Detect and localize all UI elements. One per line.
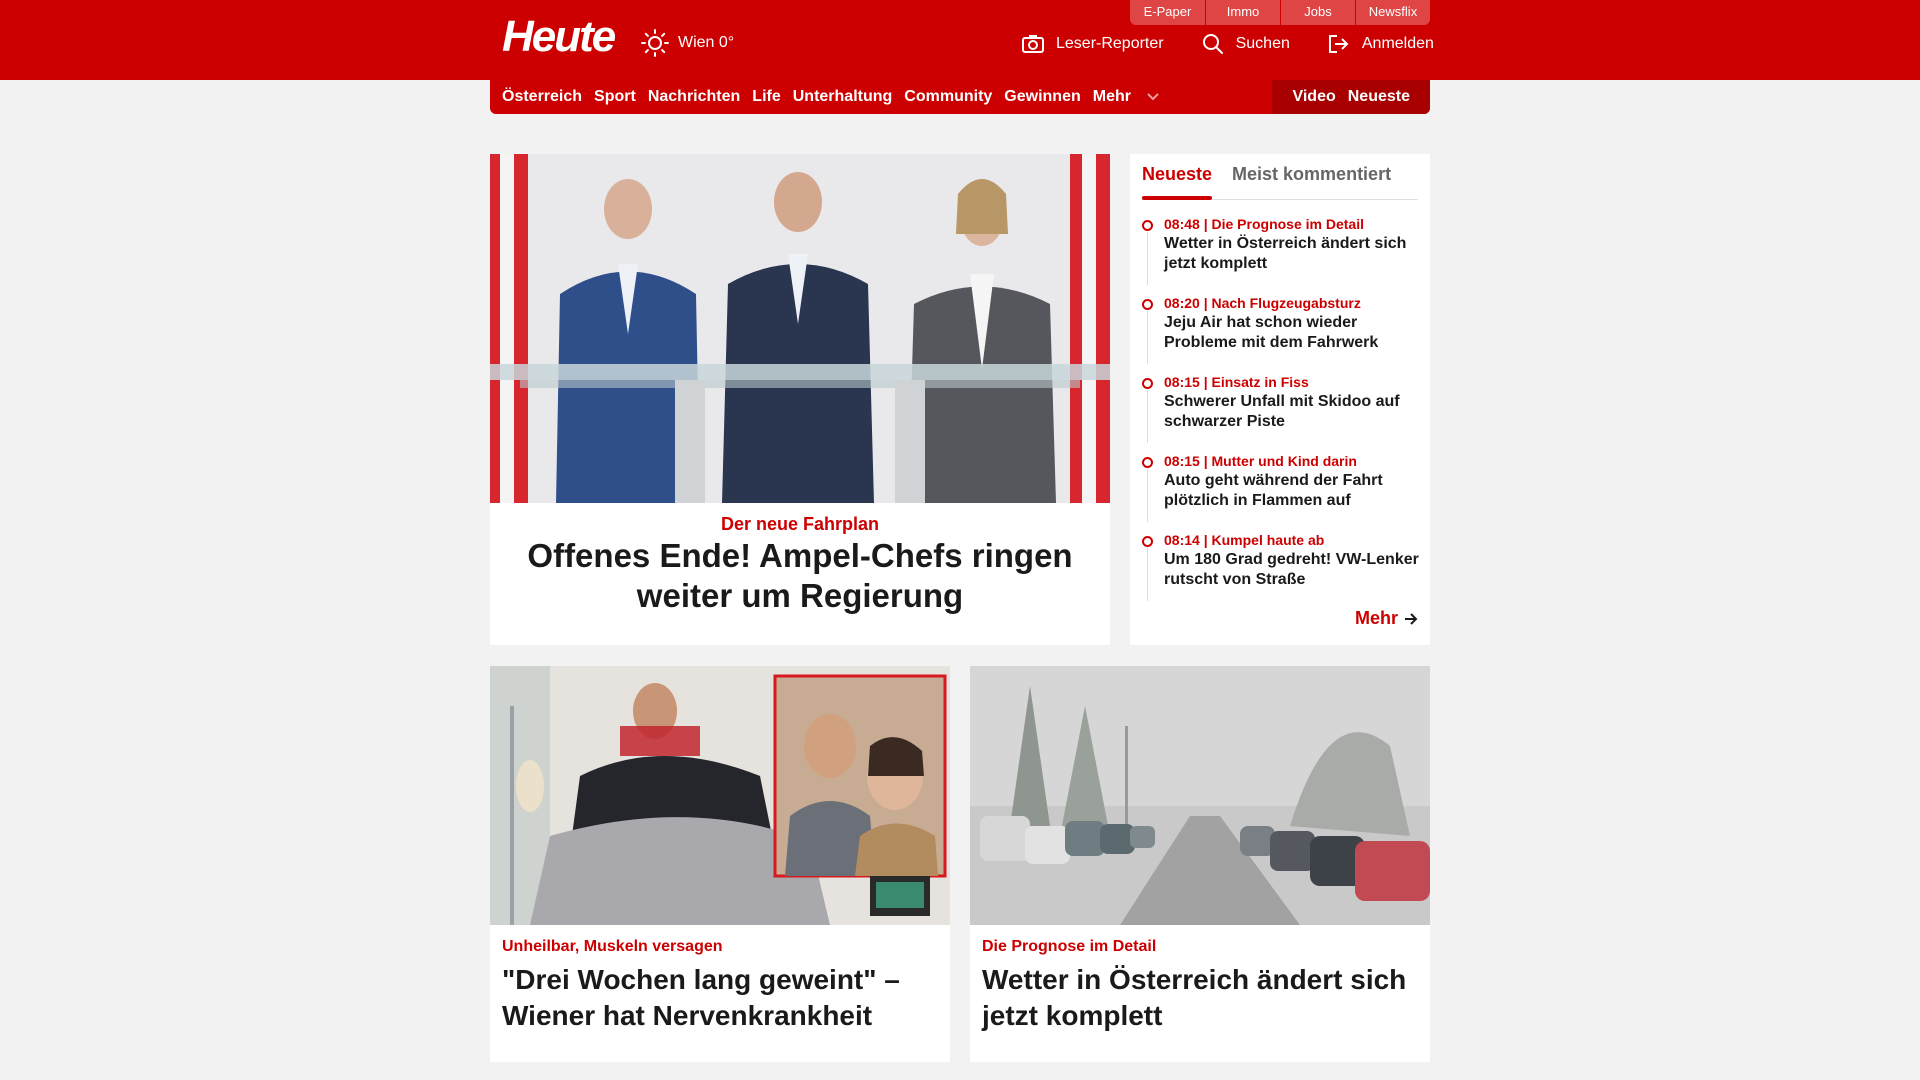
list-item-title[interactable]: Wetter in Österreich ändert sich jetzt k… [1164, 234, 1422, 274]
nav-item-community[interactable]: Community [904, 88, 992, 106]
nav-item-gewinnen[interactable]: Gewinnen [1004, 88, 1080, 106]
list-item-title[interactable]: Um 180 Grad gedreht! VW-Lenker rutscht v… [1164, 550, 1422, 590]
nav-right-group: Video Neueste [1272, 80, 1430, 114]
login-label: Anmelden [1361, 35, 1434, 52]
article-image[interactable] [490, 666, 950, 925]
sidebar-tabs: Neueste Meist kommentiert [1142, 154, 1418, 200]
hero-kicker: Der neue Fahrplan [720, 514, 880, 534]
nav-item-unterhaltung[interactable]: Unterhaltung [793, 88, 893, 106]
nav-item-neueste[interactable]: Neueste [1348, 88, 1410, 106]
nav-more-dropdown[interactable]: Mehr [1093, 88, 1159, 106]
article-headline[interactable]: Wetter in Österreich ändert sich jetzt k… [982, 962, 1418, 1034]
search-button[interactable]: Suchen [1202, 33, 1290, 55]
sidebar-more-link[interactable]: Mehr [1355, 608, 1418, 629]
list-item-title[interactable]: Auto geht während der Fahrt plötzlich in… [1164, 471, 1422, 511]
list-item-title[interactable]: Schwerer Unfall mit Skidoo auf schwarzer… [1164, 392, 1422, 432]
nav-item-oesterreich[interactable]: Österreich [502, 88, 582, 106]
list-item-meta: 08:14 | Kumpel haute ab [1164, 532, 1325, 548]
article-kicker: Unheilbar, Muskeln versagen [502, 938, 723, 955]
list-item-meta: 08:20 | Nach Flugzeugabsturz [1164, 295, 1361, 311]
hero-article[interactable]: Der neue Fahrplan Offenes Ende! Ampel-Ch… [490, 154, 1110, 645]
news-sidebar: Neueste Meist kommentiert 08:48 | Die Pr… [1130, 154, 1430, 645]
sidebar-more-label: Mehr [1354, 608, 1398, 628]
weather-widget[interactable]: Wien 0° [640, 28, 734, 58]
header-actions: Leser-Reporter Suchen Anmelden [1022, 33, 1434, 55]
immo-link[interactable]: Immo [1205, 0, 1280, 25]
list-item-meta: 08:48 | Die Prognose im Detail [1164, 216, 1364, 232]
hero-headline[interactable]: Offenes Ende! Ampel-Chefs ringen weiter … [510, 536, 1090, 616]
article-image[interactable] [970, 666, 1430, 925]
nav-item-sport[interactable]: Sport [594, 88, 636, 106]
article-card[interactable]: Die Prognose im Detail Wetter in Österre… [970, 666, 1430, 1062]
article-card[interactable]: Unheilbar, Muskeln versagen "Drei Wochen… [490, 666, 950, 1062]
nav-item-nachrichten[interactable]: Nachrichten [648, 88, 740, 106]
utility-links: E-Paper Immo Jobs Newsflix [1130, 0, 1430, 25]
camera-icon [1022, 35, 1044, 53]
sun-icon [641, 29, 669, 57]
newsflix-link[interactable]: Newsflix [1355, 0, 1430, 25]
list-item-meta: 08:15 | Mutter und Kind darin [1164, 453, 1357, 469]
main-navigation: Österreich Sport Nachrichten Life Unterh… [490, 80, 1430, 114]
nav-more-label: Mehr [1092, 88, 1131, 105]
jobs-link[interactable]: Jobs [1280, 0, 1355, 25]
list-item[interactable]: 08:20 | Nach Flugzeugabsturz Jeju Air ha… [1142, 293, 1422, 372]
login-icon [1328, 35, 1349, 53]
weather-label: Wien 0° [678, 34, 735, 51]
article-headline[interactable]: "Drei Wochen lang geweint" – Wiener hat … [502, 962, 938, 1034]
arrow-right-icon [1405, 612, 1418, 625]
nav-item-life[interactable]: Life [752, 88, 780, 106]
list-item[interactable]: 08:48 | Die Prognose im Detail Wetter in… [1142, 214, 1422, 293]
leser-reporter-label: Leser-Reporter [1056, 35, 1164, 52]
hero-image[interactable] [490, 154, 1110, 503]
search-icon [1202, 34, 1223, 54]
list-item[interactable]: 08:15 | Einsatz in Fiss Schwerer Unfall … [1142, 372, 1422, 451]
chevron-down-icon [1147, 93, 1159, 101]
leser-reporter-button[interactable]: Leser-Reporter [1022, 34, 1164, 54]
tab-neueste[interactable]: Neueste [1142, 154, 1213, 200]
article-kicker: Die Prognose im Detail [982, 938, 1157, 955]
list-item[interactable]: 08:14 | Kumpel haute ab Um 180 Grad gedr… [1142, 530, 1422, 609]
top-header: E-Paper Immo Jobs Newsflix Heute Wien 0°… [0, 0, 1920, 80]
tab-meist-kommentiert[interactable]: Meist kommentiert [1232, 154, 1391, 199]
list-item[interactable]: 08:15 | Mutter und Kind darin Auto geht … [1142, 451, 1422, 530]
login-button[interactable]: Anmelden [1328, 34, 1434, 54]
epaper-link[interactable]: E-Paper [1130, 0, 1205, 25]
news-timeline: 08:48 | Die Prognose im Detail Wetter in… [1142, 214, 1422, 609]
search-label: Suchen [1235, 35, 1290, 52]
list-item-title[interactable]: Jeju Air hat schon wieder Probleme mit d… [1164, 313, 1422, 353]
nav-item-video[interactable]: Video [1292, 88, 1335, 106]
heute-logo[interactable]: Heute [502, 12, 616, 62]
list-item-meta: 08:15 | Einsatz in Fiss [1164, 374, 1309, 390]
